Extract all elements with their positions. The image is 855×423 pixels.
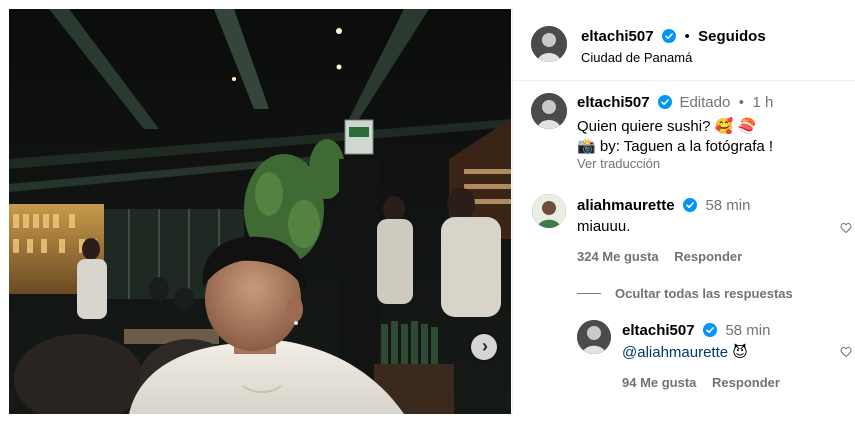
hide-replies-button[interactable]: Ocultar todas las respuestas [615,286,793,301]
post-author-username[interactable]: eltachi507 [581,28,654,45]
next-photo-button[interactable]: › [471,334,497,360]
restaurant-photo-illustration [9,9,511,414]
comment-actions-row: 324 Me gusta Responder [577,249,742,264]
avatar-image [531,26,567,62]
avatar-image [577,320,611,354]
verified-badge-icon [662,29,676,43]
post-side-panel: eltachi507 • Seguidos Ciudad de Panamá e… [512,9,855,414]
verified-badge-icon [703,323,717,337]
devil-emoji: 😈 [732,344,748,361]
reply-button[interactable]: Responder [712,375,780,390]
see-translation-link[interactable]: Ver traducción [577,156,660,171]
reply-author-username[interactable]: eltachi507 [622,322,695,339]
comment-time: 58 min [705,197,751,214]
heart-icon[interactable] [840,346,852,358]
verified-badge-icon [683,198,697,212]
reply-button[interactable]: Responder [674,249,742,264]
comment-header-row: aliahmaurette 58 min [577,197,750,215]
post-author-row: eltachi507 • Seguidos [581,28,766,46]
caption-time: 1 h [752,94,774,111]
camera-emoji: 📸 [577,138,596,155]
caption-separator: • [738,94,745,111]
post-location[interactable]: Ciudad de Panamá [581,50,692,65]
reply-avatar[interactable] [577,320,611,354]
caption-avatar[interactable] [531,93,567,129]
chevron-right-icon: › [482,336,488,356]
caption-text-2: by: Taguen a la fotógrafa ! [599,138,774,155]
edited-label: Editado [679,94,731,111]
follow-status-button[interactable]: Seguidos [698,28,766,45]
comment-text: miauuu. [577,218,631,235]
avatar[interactable] [531,26,567,62]
caption-emojis-1: 🥰 🍣 [714,118,757,135]
reply-header-row: eltachi507 58 min [622,322,770,340]
header-separator: • [684,28,690,45]
comment-author-username[interactable]: aliahmaurette [577,197,675,214]
heart-icon[interactable] [840,222,852,234]
avatar-image [532,194,566,228]
reply-time: 58 min [725,322,771,339]
reply-text-row: @aliahmaurette 😈 [622,343,748,361]
caption-line-1: Quien quiere sushi? 🥰 🍣 [577,117,756,135]
caption-text-1: Quien quiere sushi? [577,118,711,135]
comment-likes-count[interactable]: 324 Me gusta [577,249,659,264]
caption-author-username[interactable]: eltachi507 [577,94,650,111]
caption-line-2: 📸 by: Taguen a la fotógrafa ! [577,137,773,155]
verified-badge-icon [658,95,672,109]
post-header: eltachi507 • Seguidos Ciudad de Panamá [513,9,855,81]
post-photo[interactable]: › [9,9,511,414]
avatar-image [531,93,567,129]
caption-header-row: eltachi507 Editado • 1 h [577,94,773,112]
replies-divider-line [577,293,601,294]
reply-likes-count[interactable]: 94 Me gusta [622,375,696,390]
comment-avatar[interactable] [532,194,566,228]
reply-actions-row: 94 Me gusta Responder [622,375,780,390]
mention-link[interactable]: @aliahmaurette [622,344,728,361]
